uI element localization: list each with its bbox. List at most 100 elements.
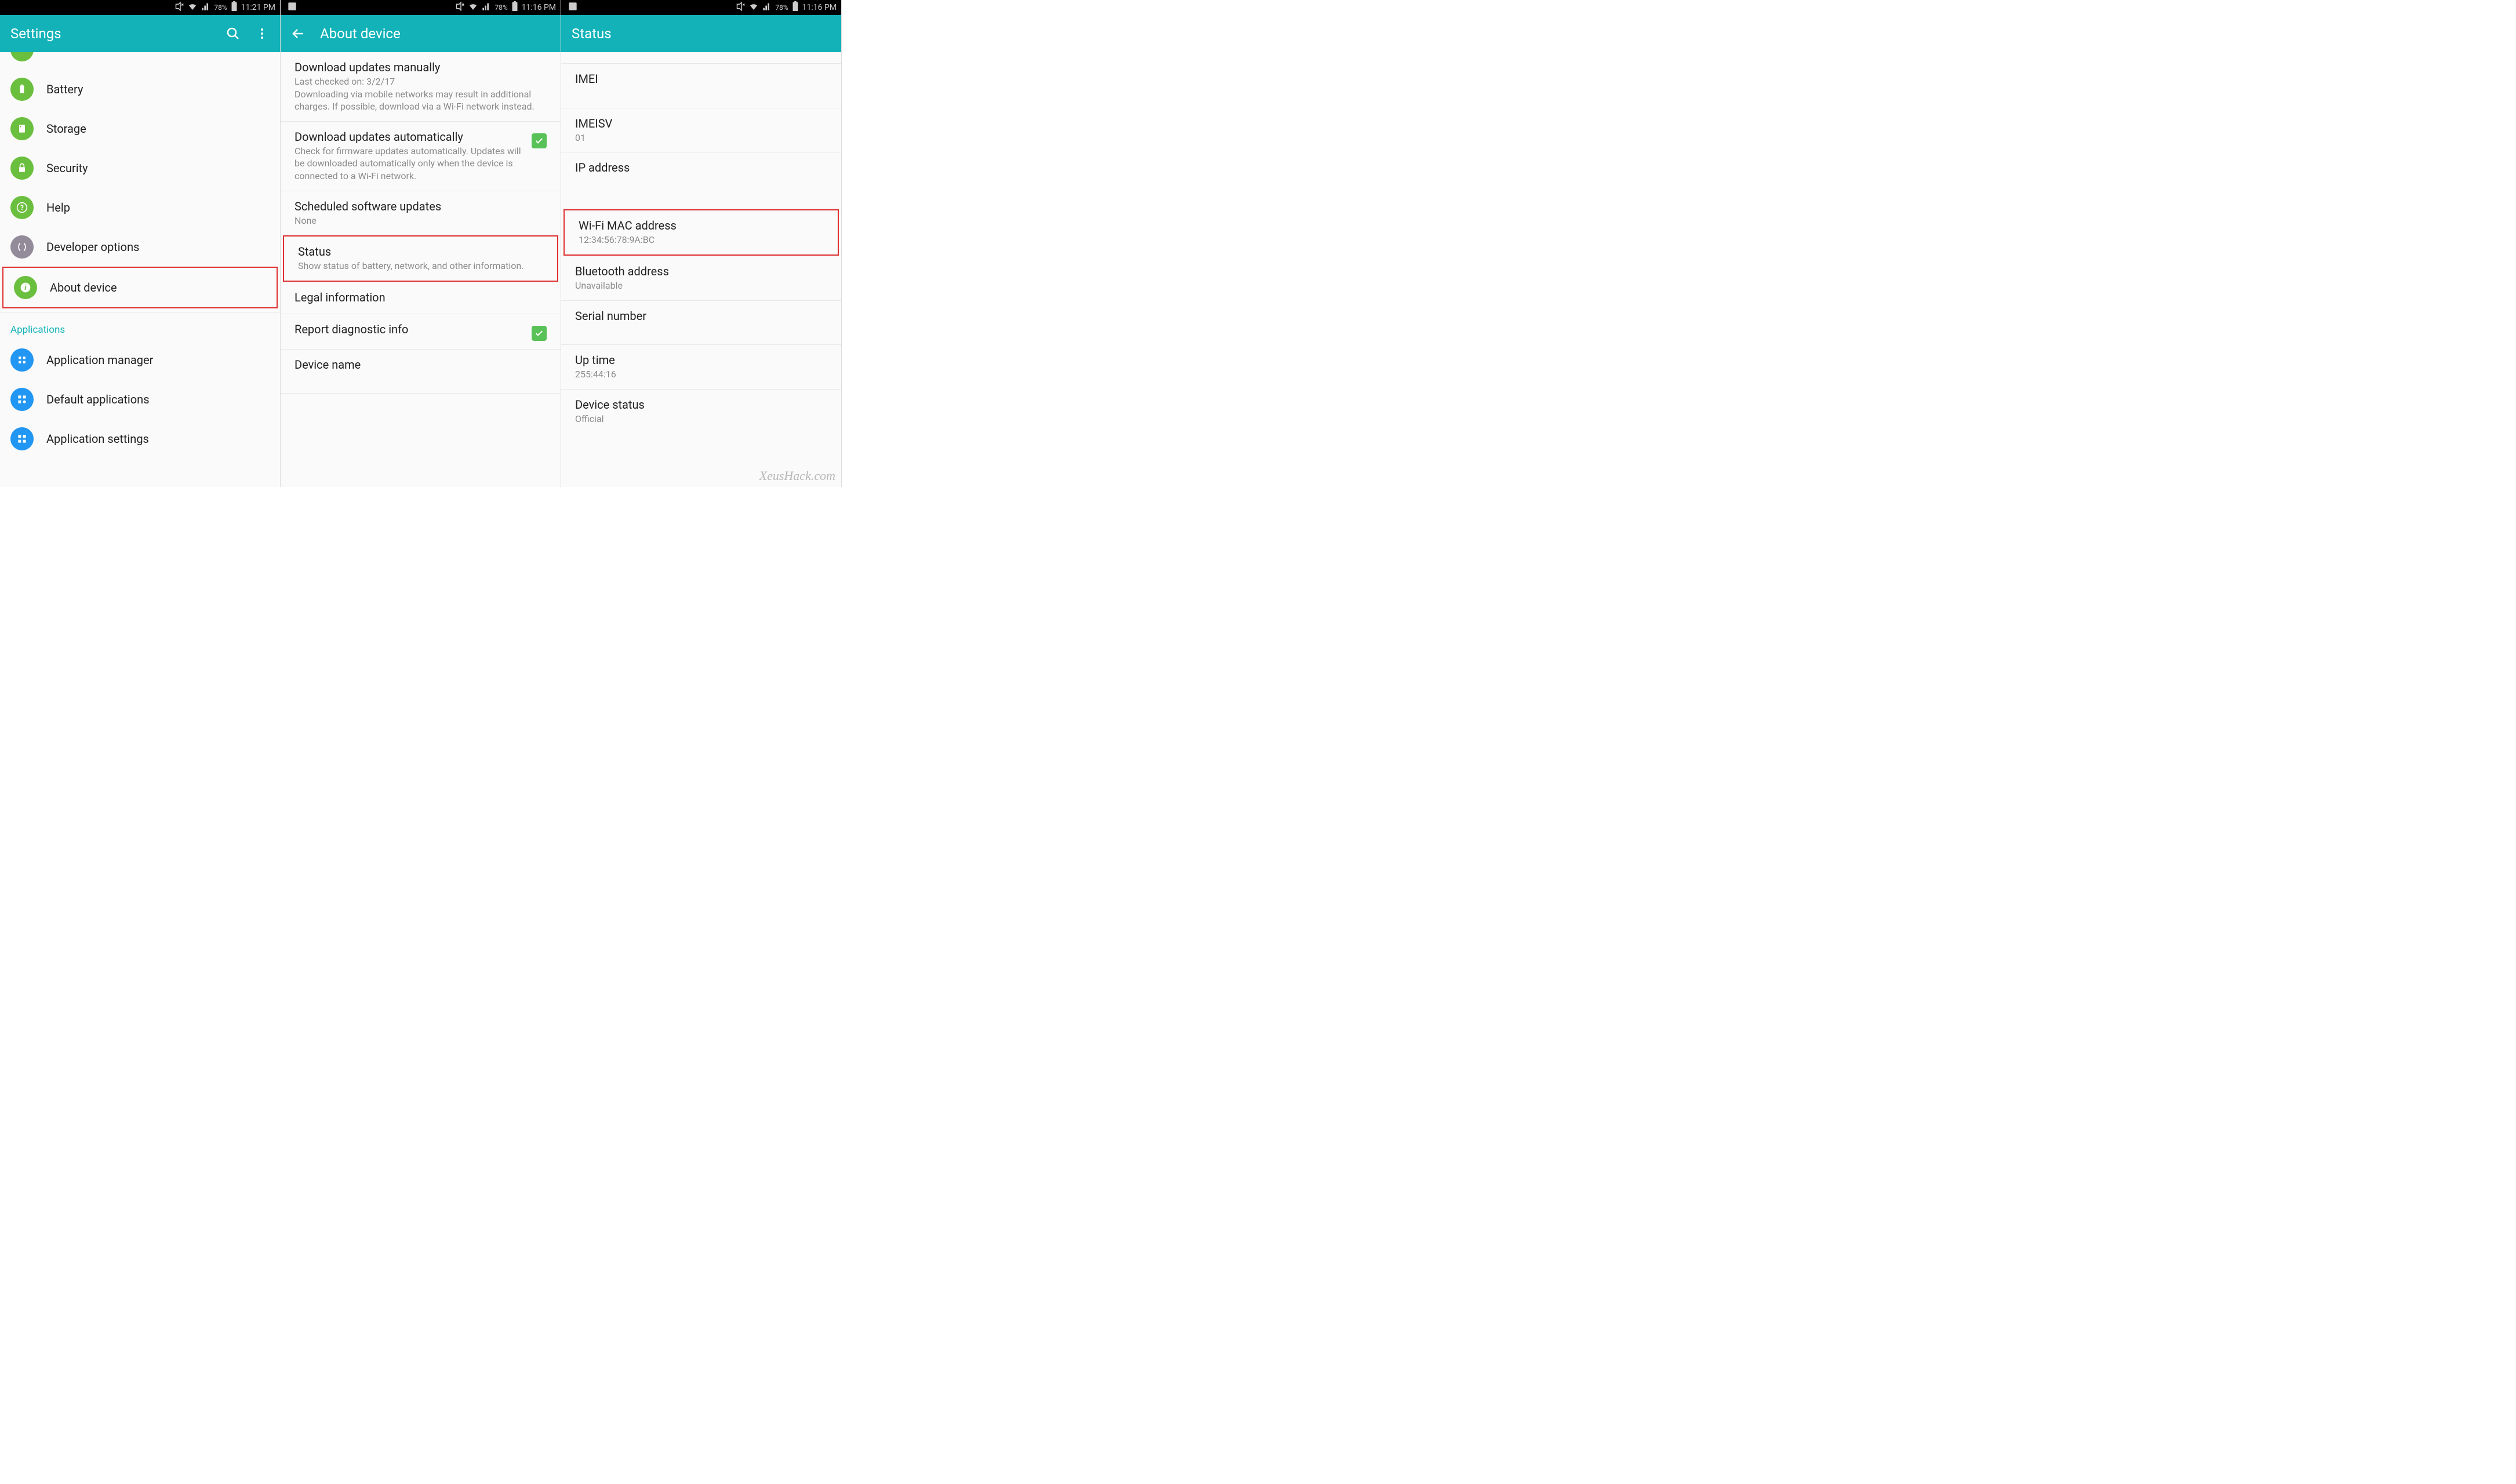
item-subtitle: Official bbox=[575, 413, 827, 425]
status-bar: 78% 11:21 PM bbox=[0, 0, 280, 15]
status-item-device-status[interactable]: Device status Official bbox=[561, 390, 841, 434]
apps-default-icon bbox=[10, 388, 34, 411]
item-subtitle: 255:44:16 bbox=[575, 368, 827, 381]
settings-item-help[interactable]: ? Help bbox=[0, 188, 280, 227]
item-subtitle bbox=[575, 324, 827, 337]
search-icon[interactable] bbox=[226, 26, 241, 41]
item-title: Device status bbox=[575, 398, 827, 412]
mute-icon bbox=[454, 1, 464, 14]
status-item-imeisv[interactable]: IMEISV 01 bbox=[561, 108, 841, 153]
app-bar: About device bbox=[281, 15, 561, 52]
item-title: Download updates automatically bbox=[294, 130, 523, 144]
about-item-device-name[interactable]: Device name bbox=[281, 350, 561, 394]
item-label: Security bbox=[46, 161, 88, 175]
signal-icon bbox=[762, 2, 772, 13]
item-title: Serial number bbox=[575, 309, 827, 323]
status-item-bluetooth[interactable]: Bluetooth address Unavailable bbox=[561, 256, 841, 301]
settings-item-app-manager[interactable]: Application manager bbox=[0, 340, 280, 380]
item-title: Wi-Fi MAC address bbox=[579, 219, 824, 232]
item-subtitle: 01 bbox=[575, 132, 827, 144]
wifi-icon bbox=[468, 1, 478, 14]
battery-percent: 78% bbox=[495, 3, 507, 12]
screenshot-icon bbox=[568, 2, 577, 13]
signal-icon bbox=[201, 2, 210, 13]
about-item-report[interactable]: Report diagnostic info bbox=[281, 314, 561, 350]
item-title: Up time bbox=[575, 353, 827, 367]
item-title: Device name bbox=[294, 358, 547, 372]
wifi-icon bbox=[748, 1, 759, 14]
item-label: Application manager bbox=[46, 353, 153, 367]
item-label: Storage bbox=[46, 122, 86, 136]
battery-percent: 78% bbox=[214, 3, 227, 12]
status-item-ip[interactable]: IP address bbox=[561, 152, 841, 209]
item-subtitle: None bbox=[294, 214, 547, 227]
settings-item-battery[interactable]: Battery bbox=[0, 70, 280, 109]
info-icon: i bbox=[14, 276, 37, 299]
back-icon[interactable] bbox=[291, 26, 306, 41]
settings-item-developer[interactable]: Developer options bbox=[0, 227, 280, 267]
checkbox-checked-icon[interactable] bbox=[532, 326, 547, 341]
highlight-box: Status Show status of battery, network, … bbox=[283, 235, 558, 282]
item-title: Scheduled software updates bbox=[294, 199, 547, 213]
wifi-icon bbox=[187, 1, 198, 14]
battery-settings-icon bbox=[10, 78, 34, 101]
about-item-legal[interactable]: Legal information bbox=[281, 282, 561, 314]
battery-icon bbox=[511, 1, 518, 14]
checkbox-checked-icon[interactable] bbox=[532, 133, 547, 148]
settings-item-app-settings[interactable]: Application settings bbox=[0, 419, 280, 459]
signal-icon bbox=[482, 2, 491, 13]
about-item-download-auto[interactable]: Download updates automatically Check for… bbox=[281, 122, 561, 191]
item-subtitle: Show status of battery, network, and oth… bbox=[298, 260, 543, 272]
status-item-wifi-mac[interactable]: Wi-Fi MAC address 12:34:56:78:9A:BC bbox=[565, 210, 838, 254]
item-label: Battery bbox=[46, 82, 83, 96]
settings-item-about-device[interactable]: i About device bbox=[3, 268, 277, 307]
battery-icon bbox=[792, 1, 799, 14]
mute-icon bbox=[173, 1, 184, 14]
item-title: IMEI bbox=[575, 72, 827, 86]
overflow-menu-icon[interactable] bbox=[254, 26, 270, 41]
screen-about-device: 78% 11:16 PM About device Download updat… bbox=[281, 0, 561, 487]
item-subtitle: 12:34:56:78:9A:BC bbox=[579, 234, 824, 246]
item-subtitle: Check for firmware updates automatically… bbox=[294, 145, 523, 183]
clock-text: 11:21 PM bbox=[241, 3, 275, 12]
screen-status: 78% 11:16 PM Status IMEI IMEISV 01 IP ad… bbox=[561, 0, 842, 487]
generic-icon bbox=[10, 52, 34, 61]
help-icon: ? bbox=[10, 196, 34, 219]
status-item-uptime[interactable]: Up time 255:44:16 bbox=[561, 345, 841, 390]
page-title: Status bbox=[572, 26, 831, 42]
item-title: Status bbox=[298, 245, 543, 259]
settings-item-default-apps[interactable]: Default applications bbox=[0, 380, 280, 419]
mute-icon bbox=[735, 1, 745, 14]
about-item-status[interactable]: Status Show status of battery, network, … bbox=[284, 237, 557, 281]
item-title: Legal information bbox=[294, 290, 547, 304]
storage-icon bbox=[10, 117, 34, 140]
status-bar: 78% 11:16 PM bbox=[561, 0, 841, 15]
item-title: IMEISV bbox=[575, 117, 827, 130]
lock-icon bbox=[10, 157, 34, 180]
screen-settings: 78% 11:21 PM Settings Battery Storage Se… bbox=[0, 0, 281, 487]
page-title: Settings bbox=[10, 26, 212, 42]
status-bar: 78% 11:16 PM bbox=[281, 0, 561, 15]
apps-grid-icon bbox=[10, 348, 34, 372]
item-label: About device bbox=[50, 281, 117, 294]
item-title: Report diagnostic info bbox=[294, 322, 523, 336]
settings-list: Battery Storage Security ? Help Develope… bbox=[0, 52, 280, 487]
screenshot-icon bbox=[288, 2, 297, 13]
settings-item-security[interactable]: Security bbox=[0, 148, 280, 188]
item-title: IP address bbox=[575, 161, 827, 174]
app-bar: Status bbox=[561, 15, 841, 52]
app-bar: Settings bbox=[0, 15, 280, 52]
about-item-download-manual[interactable]: Download updates manually Last checked o… bbox=[281, 52, 561, 122]
list-item[interactable] bbox=[0, 52, 280, 70]
settings-item-storage[interactable]: Storage bbox=[0, 109, 280, 148]
about-item-scheduled[interactable]: Scheduled software updates None bbox=[281, 191, 561, 236]
section-header-applications: Applications bbox=[0, 316, 280, 340]
status-item-serial[interactable]: Serial number bbox=[561, 301, 841, 345]
status-item-imei[interactable]: IMEI bbox=[561, 64, 841, 108]
item-subtitle: Last checked on: 3/2/17 Downloading via … bbox=[294, 75, 547, 113]
item-subtitle bbox=[575, 176, 827, 201]
item-title: Bluetooth address bbox=[575, 264, 827, 278]
item-subtitle bbox=[575, 87, 827, 100]
status-list: IMEI IMEISV 01 IP address Wi-Fi MAC addr… bbox=[561, 52, 841, 487]
about-list: Download updates manually Last checked o… bbox=[281, 52, 561, 487]
